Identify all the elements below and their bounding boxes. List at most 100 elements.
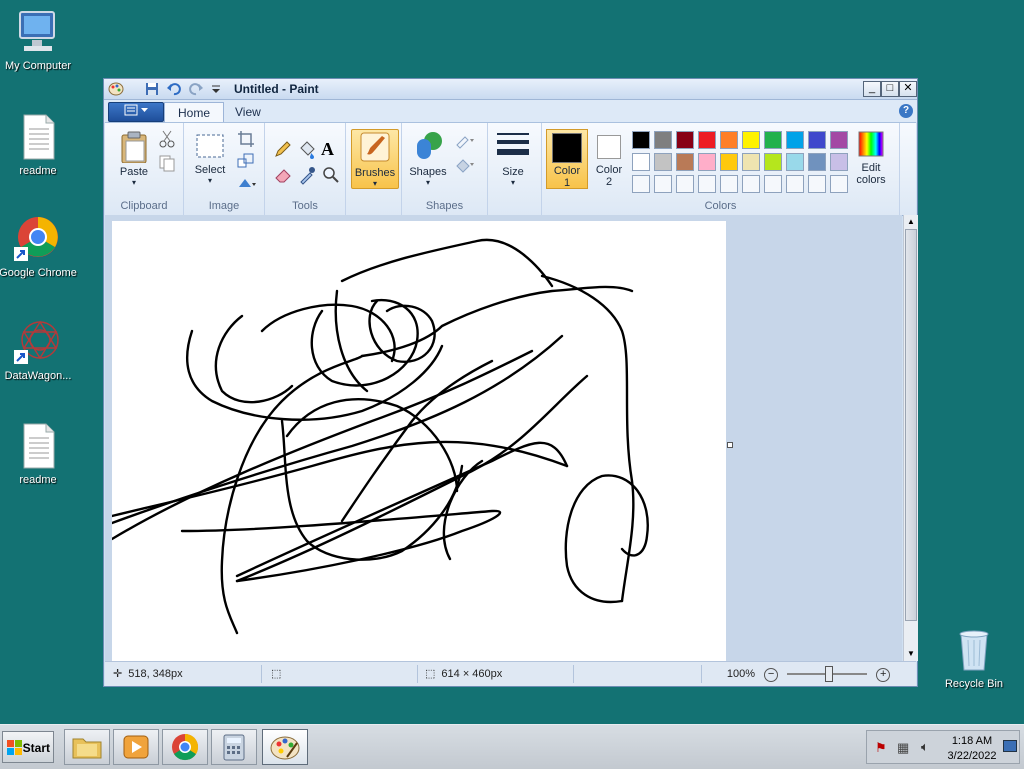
palette-swatch[interactable]	[764, 131, 782, 149]
action-center-flag-icon[interactable]: ⚑	[875, 740, 887, 756]
zoom-out-icon[interactable]: −	[764, 668, 779, 682]
palette-swatch[interactable]	[742, 175, 760, 193]
rotate-icon[interactable]	[236, 173, 256, 193]
save-icon[interactable]	[144, 81, 160, 97]
undo-icon[interactable]	[166, 81, 182, 97]
desktop-icon-recycle-bin[interactable]: Recycle Bin	[934, 626, 1014, 690]
size-button[interactable]: Size ▾	[491, 129, 535, 187]
tab-view[interactable]: View	[222, 102, 274, 122]
palette-swatch[interactable]	[720, 175, 738, 193]
vertical-scrollbar[interactable]: ▲ ▼	[903, 215, 918, 661]
computer-icon	[14, 8, 62, 56]
color-picker-icon[interactable]	[297, 165, 317, 185]
magnifier-icon[interactable]	[321, 165, 341, 185]
zoom-slider[interactable]	[787, 666, 868, 683]
canvas-resize-handle[interactable]	[727, 442, 733, 448]
palette-swatch[interactable]	[676, 175, 694, 193]
text-tool-icon[interactable]: A	[321, 139, 341, 159]
tools-group: A Tools	[265, 123, 346, 215]
palette-swatch[interactable]	[764, 153, 782, 171]
fill-icon[interactable]	[297, 139, 317, 159]
drawing-canvas[interactable]	[110, 221, 726, 661]
paint-app-icon[interactable]	[108, 81, 124, 97]
palette-swatch[interactable]	[830, 175, 848, 193]
help-icon[interactable]: ?	[899, 104, 913, 118]
scroll-thumb[interactable]	[905, 229, 917, 621]
palette-swatch[interactable]	[632, 175, 650, 193]
redo-icon[interactable]	[188, 81, 204, 97]
show-desktop-icon[interactable]	[1003, 740, 1017, 752]
palette-swatch[interactable]	[742, 153, 760, 171]
customize-quick-access-icon[interactable]	[208, 81, 224, 97]
desktop-icon-readme[interactable]: readme	[0, 422, 78, 486]
file-menu-button[interactable]	[108, 102, 164, 122]
palette-swatch[interactable]	[742, 131, 760, 149]
clock[interactable]: 1:18 AM 3/22/2022	[947, 734, 997, 764]
taskbar-media-player[interactable]	[113, 729, 159, 765]
edit-colors-button[interactable]: Edit colors	[848, 129, 894, 186]
size-label: Size	[502, 166, 524, 178]
palette-swatch[interactable]	[786, 131, 804, 149]
palette-swatch[interactable]	[786, 175, 804, 193]
volume-icon[interactable]: 🔈︎	[921, 739, 929, 755]
copy-icon[interactable]	[157, 153, 177, 173]
fill-shape-icon[interactable]	[454, 155, 474, 175]
select-button[interactable]: Select ▾	[188, 131, 232, 185]
cut-icon[interactable]	[157, 129, 177, 149]
zoom-in-icon[interactable]: +	[876, 668, 891, 682]
palette-swatch[interactable]	[830, 153, 848, 171]
palette-swatch[interactable]	[720, 131, 738, 149]
close-button[interactable]: ✕	[899, 81, 917, 97]
taskbar-file-explorer[interactable]	[64, 729, 110, 765]
scroll-up-icon[interactable]: ▲	[904, 215, 918, 229]
title-bar[interactable]: Untitled - Paint _ □ ✕	[104, 79, 917, 100]
palette-swatch[interactable]	[830, 131, 848, 149]
select-icon	[196, 134, 224, 158]
eraser-icon[interactable]	[273, 165, 293, 185]
select-label: Select	[194, 164, 226, 176]
scroll-down-icon[interactable]: ▼	[904, 647, 918, 661]
palette-swatch[interactable]	[654, 175, 672, 193]
palette-swatch[interactable]	[654, 153, 672, 171]
palette-swatch[interactable]	[654, 131, 672, 149]
desktop-icon-datawagon[interactable]: DataWagon...	[0, 318, 78, 382]
zoom-slider-thumb[interactable]	[825, 666, 834, 683]
cursor-icon: ✛	[113, 668, 123, 680]
palette-swatch[interactable]	[698, 175, 716, 193]
taskbar-google-chrome[interactable]	[162, 729, 208, 765]
desktop-icon-google-chrome[interactable]: Google Chrome	[0, 215, 78, 279]
minimize-button[interactable]: _	[863, 81, 881, 97]
maximize-button[interactable]: □	[881, 81, 899, 97]
outline-icon[interactable]	[454, 131, 474, 151]
shapes-button[interactable]: Shapes ▾	[406, 129, 450, 187]
image-group: Select ▾ Image	[184, 123, 265, 215]
palette-swatch[interactable]	[720, 153, 738, 171]
paste-button[interactable]: Paste ▾	[111, 129, 157, 187]
network-icon[interactable]: ▦	[897, 740, 909, 756]
palette-swatch[interactable]	[676, 131, 694, 149]
taskbar-paint[interactable]	[262, 729, 308, 765]
palette-swatch[interactable]	[698, 131, 716, 149]
palette-swatch[interactable]	[632, 131, 650, 149]
resize-icon[interactable]	[236, 151, 256, 171]
palette-swatch[interactable]	[786, 153, 804, 171]
palette-swatch[interactable]	[808, 131, 826, 149]
start-button[interactable]: Start	[2, 731, 54, 763]
palette-swatch[interactable]	[676, 153, 694, 171]
brushes-button[interactable]: Brushes ▾	[351, 129, 399, 189]
palette-swatch[interactable]	[632, 153, 650, 171]
crop-icon[interactable]	[236, 129, 256, 149]
palette-swatch[interactable]	[764, 175, 782, 193]
color1-button[interactable]: Color 1	[546, 129, 588, 189]
palette-swatch[interactable]	[698, 153, 716, 171]
taskbar-calculator[interactable]	[211, 729, 257, 765]
size-icon	[497, 133, 529, 155]
palette-swatch[interactable]	[808, 153, 826, 171]
pencil-icon[interactable]	[273, 139, 293, 159]
desktop-icon-my-computer[interactable]: My Computer	[0, 8, 78, 72]
palette-swatch[interactable]	[808, 175, 826, 193]
desktop-icon-label: readme	[19, 165, 57, 177]
desktop-icon-readme[interactable]: readme	[0, 113, 78, 177]
tab-home[interactable]: Home	[164, 102, 225, 123]
color2-button[interactable]: Color 2	[590, 129, 628, 188]
